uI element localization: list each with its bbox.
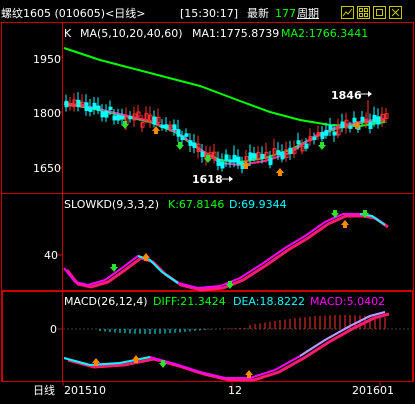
candle-body (88, 107, 93, 112)
candle-body (108, 106, 113, 110)
macd-label: MACD(26,12,4) (64, 295, 148, 308)
high-price-label: 1846 (331, 89, 362, 102)
candle-body (376, 116, 381, 125)
candle-body (348, 125, 353, 129)
ma-params: MA(5,10,20,40,60) (80, 27, 183, 40)
slowkd-tick-label: 40 (44, 249, 58, 262)
clock-time: [15:30:17] (180, 7, 238, 20)
macd-dea-value: DEA:18.8222 (233, 295, 305, 308)
macd-diff-value: DIFF:21.3424 (153, 295, 226, 308)
candle-body (216, 158, 221, 166)
macd-macd-value: MACD:5.0402 (310, 295, 386, 308)
slowkd-k-line (63, 213, 386, 290)
toggle-icon[interactable] (373, 6, 386, 19)
slowkd-d-value: D:69.9344 (229, 198, 287, 211)
candle-body (268, 157, 273, 166)
candle-body (280, 152, 285, 160)
candle-body (64, 100, 69, 108)
candle-body (180, 135, 185, 141)
macd-diff-line (63, 311, 386, 379)
ma-long-line (63, 47, 386, 128)
candle-body (176, 129, 181, 137)
kline-label: K (64, 27, 72, 40)
candle-body (252, 153, 257, 159)
candle-body (324, 129, 329, 136)
candle-body (328, 124, 333, 130)
buy-signal-arrow (341, 220, 349, 228)
candle-body (200, 151, 205, 158)
candle-body (92, 102, 97, 110)
candle-body (360, 116, 365, 122)
candle-body (184, 133, 189, 137)
candle-body (172, 124, 177, 131)
candle-body (340, 121, 345, 129)
date-tick-label: 201510 (64, 384, 106, 397)
candle-body (332, 131, 337, 136)
candle-body (120, 115, 125, 120)
period-link[interactable]: 周期 (297, 7, 319, 20)
candle-body (164, 124, 169, 129)
price-tick-label: 1800 (33, 107, 61, 120)
candle-body (372, 114, 377, 123)
macd-tick-label: 0 (50, 323, 57, 336)
latest-value: 177 (275, 7, 296, 20)
date-tick-label: 201601 (352, 384, 394, 397)
candle-body (320, 131, 325, 139)
candle-body (100, 111, 105, 118)
candle-body (288, 147, 293, 155)
candle-body (312, 136, 317, 141)
sell-signal-arrow (176, 142, 184, 150)
candle-body (112, 115, 117, 121)
candle-body (116, 114, 121, 121)
candle-body (248, 152, 253, 160)
symbol-title: 螺纹1605 (010605)<日线> (1, 7, 146, 20)
price-tick-label: 1950 (33, 53, 61, 66)
candle-body (368, 121, 373, 130)
low-price-label: 1618 (192, 173, 223, 186)
sell-signal-arrow (318, 142, 326, 150)
candle-body (160, 124, 165, 128)
candle-body (220, 161, 225, 169)
candle-body (224, 154, 229, 161)
buy-signal-arrow (276, 168, 284, 176)
slowkd-k-value: K:67.8146 (168, 198, 225, 211)
latest-label: 最新 (247, 7, 269, 20)
candle-body (76, 99, 81, 107)
macd-dea-line (67, 312, 390, 382)
candle-body (152, 116, 157, 125)
candle-body (236, 156, 241, 165)
candle-body (104, 110, 109, 118)
low-marker-arrow (229, 176, 233, 182)
candle-body (296, 140, 301, 145)
candle-body (352, 117, 357, 123)
candle-body (96, 105, 101, 111)
candle-body (188, 140, 193, 146)
candle-body (260, 153, 265, 159)
ma1-value: MA1:1775.8739 (192, 27, 280, 40)
period-label: 日线 (33, 384, 55, 397)
candle-body (84, 102, 89, 112)
high-marker-arrow (368, 91, 372, 97)
date-tick-label: 12 (228, 384, 242, 397)
candle-body (232, 154, 237, 163)
candle-body (128, 116, 133, 120)
slowkd-label: SLOWKD(9,3,3,2) (64, 198, 160, 211)
candle-body (228, 159, 233, 163)
slowkd-d-line (65, 214, 389, 292)
buy-signal-arrow (152, 126, 160, 134)
price-tick-label: 1650 (33, 162, 61, 175)
candle-body (192, 142, 197, 149)
line-chart-icon[interactable] (341, 6, 354, 19)
ma2-value: MA2:1766.3441 (281, 27, 369, 40)
futures-chart-window: 螺纹1605 (010605)<日线> [15:30:17] 最新 177 周期… (0, 0, 415, 404)
candle-body (276, 150, 281, 156)
tile-icon[interactable] (357, 6, 370, 19)
candle-body (304, 143, 309, 149)
close-icon[interactable] (389, 6, 402, 19)
